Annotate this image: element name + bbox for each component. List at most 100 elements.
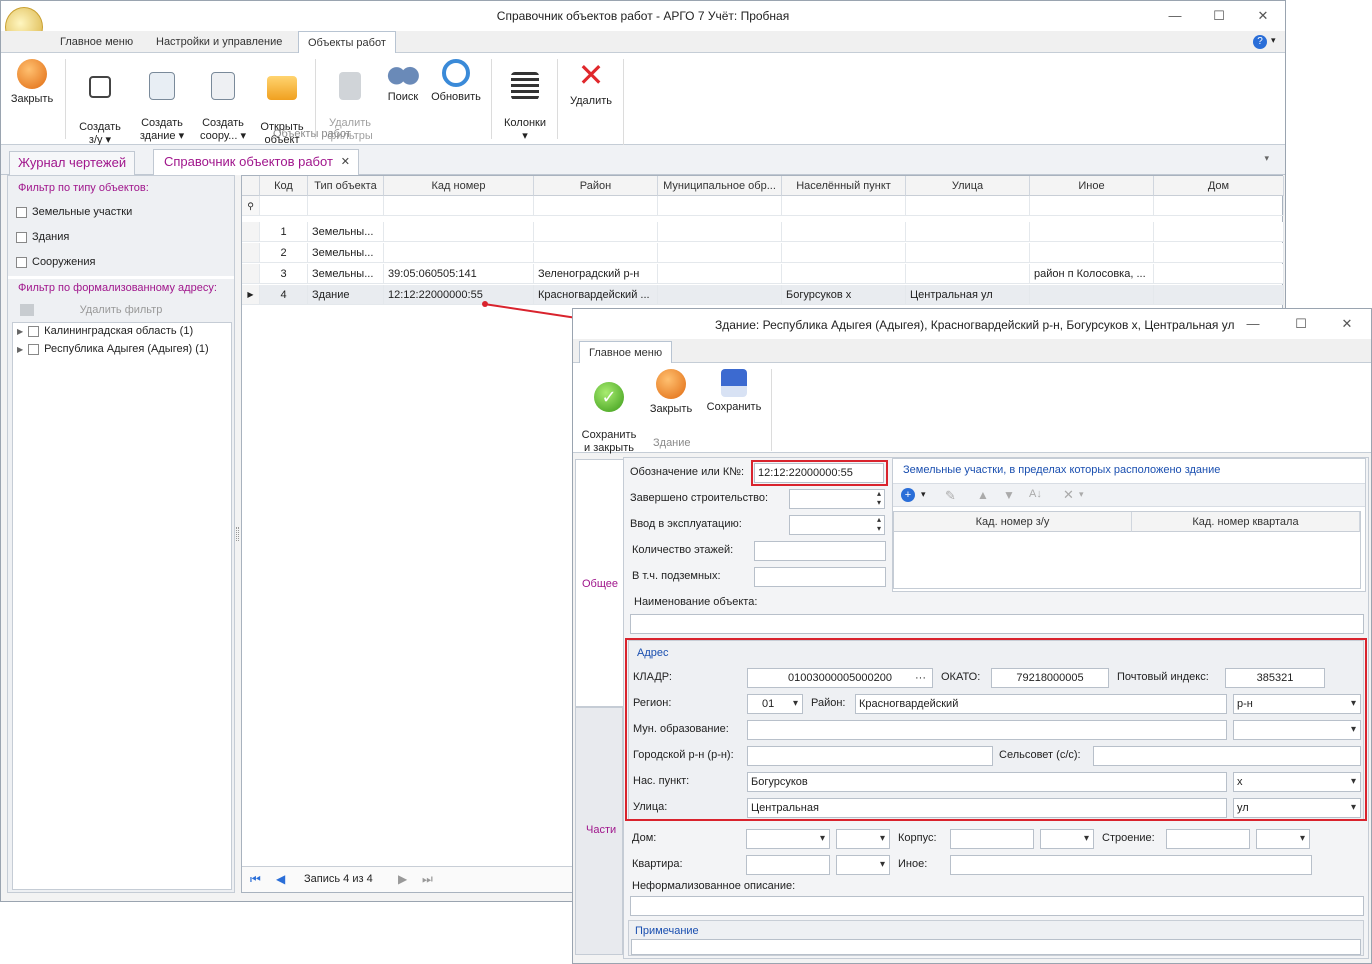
- table-cell[interactable]: 4: [260, 285, 308, 305]
- table-cell[interactable]: [534, 222, 658, 242]
- floors-input[interactable]: [754, 541, 886, 561]
- col-header[interactable]: Кад. номер з/у: [894, 512, 1132, 532]
- filter-cell[interactable]: [384, 196, 534, 216]
- dialog-tab-main-menu[interactable]: Главное меню: [579, 341, 673, 364]
- tabs-menu-icon[interactable]: ▾: [1264, 153, 1269, 164]
- object-name-input[interactable]: [630, 614, 1364, 634]
- table-cell[interactable]: Земельны...: [308, 264, 384, 284]
- table-cell[interactable]: 1: [260, 222, 308, 242]
- create-building-button[interactable]: Создать здание ▾: [133, 59, 191, 143]
- table-cell[interactable]: [384, 243, 534, 263]
- table-cell[interactable]: [1030, 222, 1154, 242]
- col-header[interactable]: Код: [260, 176, 308, 196]
- table-cell[interactable]: [384, 222, 534, 242]
- table-cell[interactable]: Зеленоградский р-н: [534, 264, 658, 284]
- edit-icon[interactable]: ✎: [945, 488, 956, 504]
- side-tab-parts[interactable]: Части: [575, 707, 623, 955]
- sort-icon[interactable]: A↓: [1029, 488, 1042, 500]
- chevron-down-icon[interactable]: ▾: [1079, 489, 1084, 500]
- checkbox[interactable]: [28, 325, 40, 337]
- last-record-icon[interactable]: ⏭: [422, 872, 433, 887]
- splitter-handle[interactable]: [236, 527, 239, 541]
- col-header[interactable]: Улица: [906, 176, 1030, 196]
- table-cell[interactable]: [1154, 243, 1284, 263]
- table-cell[interactable]: [1154, 264, 1284, 284]
- filter-cell[interactable]: [658, 196, 782, 216]
- next-record-icon[interactable]: ▶: [398, 872, 407, 886]
- table-cell[interactable]: [534, 243, 658, 263]
- table-cell[interactable]: [658, 222, 782, 242]
- filter-cell[interactable]: [308, 196, 384, 216]
- close-button[interactable]: Закрыть: [5, 59, 59, 106]
- table-cell[interactable]: [1154, 222, 1284, 242]
- col-header[interactable]: Дом: [1154, 176, 1284, 196]
- col-header[interactable]: Тип объекта: [308, 176, 384, 196]
- table-cell[interactable]: [658, 243, 782, 263]
- dialog-close-ribbon-button[interactable]: Закрыть: [645, 369, 697, 416]
- save-button[interactable]: Сохранить: [701, 369, 767, 414]
- filter-buildings-checkbox[interactable]: Здания: [16, 231, 69, 243]
- tab-settings[interactable]: Настройки и управление: [147, 31, 291, 53]
- col-header[interactable]: Кад номер: [384, 176, 534, 196]
- apartment-input[interactable]: [746, 855, 830, 875]
- delete-row-icon[interactable]: ✕: [1063, 487, 1074, 503]
- delete-button[interactable]: ✕ Удалить: [563, 59, 619, 108]
- filter-cell[interactable]: [260, 196, 308, 216]
- dialog-close-button[interactable]: ✕: [1325, 309, 1369, 339]
- filter-cell[interactable]: [534, 196, 658, 216]
- house-select[interactable]: [746, 829, 830, 849]
- table-cell[interactable]: [1154, 285, 1284, 305]
- table-cell[interactable]: [906, 243, 1030, 263]
- tab-main-menu[interactable]: Главное меню: [51, 31, 142, 53]
- add-icon[interactable]: +: [901, 488, 915, 502]
- minimize-button[interactable]: —: [1153, 1, 1197, 31]
- col-header[interactable]: Кад. номер квартала: [1132, 512, 1360, 532]
- move-up-icon[interactable]: ▲: [977, 488, 989, 502]
- first-record-icon[interactable]: ⏮: [250, 872, 261, 887]
- maximize-button[interactable]: ☐: [1197, 1, 1241, 31]
- table-cell[interactable]: 3: [260, 264, 308, 284]
- chevron-down-icon[interactable]: ▾: [1271, 35, 1276, 46]
- remove-filter-button[interactable]: Удалить фильтр: [12, 300, 230, 320]
- building-input[interactable]: [1166, 829, 1250, 849]
- dialog-maximize-button[interactable]: ☐: [1279, 309, 1323, 339]
- checkbox[interactable]: [16, 256, 27, 268]
- col-header[interactable]: Населённый пункт: [782, 176, 906, 196]
- table-cell[interactable]: [782, 243, 906, 263]
- apartment-type-select[interactable]: [836, 855, 890, 875]
- table-cell[interactable]: [782, 222, 906, 242]
- filter-structures-checkbox[interactable]: Сооружения: [16, 256, 95, 268]
- close-tab-icon[interactable]: ✕: [341, 150, 350, 174]
- table-cell[interactable]: [1030, 285, 1154, 305]
- checkbox[interactable]: [16, 231, 27, 243]
- filter-land-checkbox[interactable]: Земельные участки: [16, 206, 132, 218]
- commission-date-input[interactable]: [789, 515, 885, 535]
- create-land-button[interactable]: Создать з/у ▾: [71, 59, 129, 147]
- table-cell[interactable]: район п Колосовка, ...: [1030, 264, 1154, 284]
- save-close-button[interactable]: ✓ Сохранить и закрыть: [577, 369, 641, 455]
- built-date-input[interactable]: [789, 489, 885, 509]
- korpus-input[interactable]: [950, 829, 1034, 849]
- table-cell[interactable]: [782, 264, 906, 284]
- tab-drawings-journal[interactable]: Журнал чертежей: [9, 151, 136, 175]
- tab-objects-directory[interactable]: Справочник объектов работ ✕: [153, 149, 359, 175]
- note-input[interactable]: [631, 939, 1361, 955]
- korpus-type-select[interactable]: [1040, 829, 1094, 849]
- table-cell[interactable]: [906, 264, 1030, 284]
- filter-cell[interactable]: [1154, 196, 1284, 216]
- expand-icon[interactable]: ▶: [17, 327, 23, 336]
- table-cell[interactable]: 39:05:060505:141: [384, 264, 534, 284]
- col-header[interactable]: Иное: [1030, 176, 1154, 196]
- help-icon[interactable]: ?: [1253, 35, 1267, 49]
- table-cell[interactable]: Здание: [308, 285, 384, 305]
- checkbox[interactable]: [16, 206, 27, 218]
- checkbox[interactable]: [28, 343, 40, 355]
- chevron-down-icon[interactable]: ▾: [921, 489, 926, 500]
- table-cell[interactable]: [658, 264, 782, 284]
- informal-input[interactable]: [630, 896, 1364, 916]
- other-input[interactable]: [950, 855, 1312, 875]
- expand-icon[interactable]: ▶: [17, 345, 23, 354]
- dialog-minimize-button[interactable]: —: [1231, 309, 1275, 339]
- close-window-button[interactable]: ✕: [1241, 1, 1285, 31]
- columns-button[interactable]: Колонки ▾: [497, 59, 553, 143]
